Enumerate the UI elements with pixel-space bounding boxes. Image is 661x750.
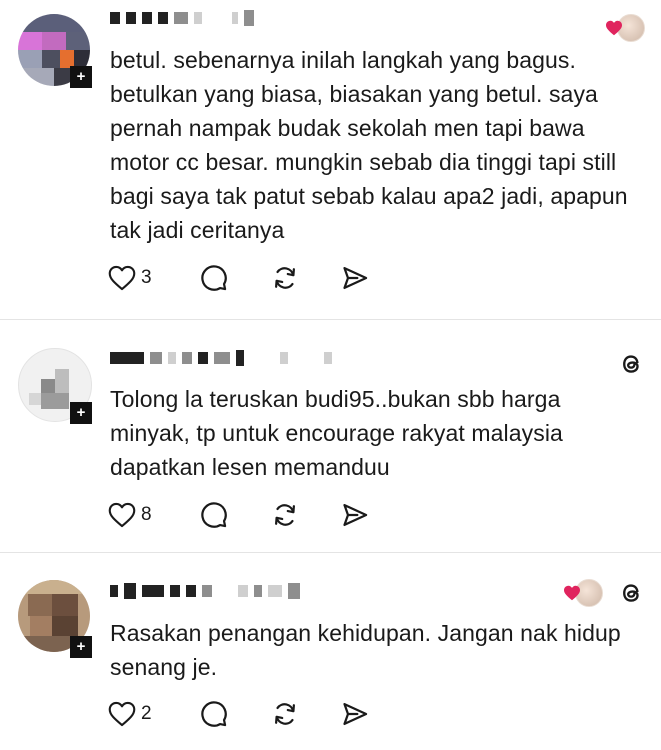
username-redacted[interactable] xyxy=(110,9,254,27)
share-button[interactable] xyxy=(340,501,370,529)
reply-text: Tolong la teruskan budi95..bukan sbb har… xyxy=(110,386,563,480)
repost-button[interactable] xyxy=(270,264,340,292)
like-button[interactable]: 2 xyxy=(108,701,200,727)
reply-text: Rasakan penangan kehidupan. Jangan nak h… xyxy=(110,620,621,680)
send-icon xyxy=(343,266,368,290)
heart-filled-icon xyxy=(606,20,622,36)
username-redacted[interactable] xyxy=(110,582,300,600)
repost-arrows-icon xyxy=(275,703,295,725)
reply-post: + Rasakan penangan kehidupan. Jangan nak… xyxy=(0,553,661,750)
reply-text: betul. sebenarnya inilah langkah yang ba… xyxy=(110,47,628,243)
like-count: 2 xyxy=(141,703,152,724)
follow-badge[interactable]: + xyxy=(70,402,92,424)
reply-button[interactable] xyxy=(200,264,270,292)
action-bar: 2 xyxy=(108,700,370,728)
username-redacted[interactable] xyxy=(110,349,332,367)
send-icon xyxy=(343,702,368,726)
action-bar: 3 xyxy=(108,264,370,292)
like-count: 3 xyxy=(141,267,152,288)
heart-filled-icon xyxy=(564,585,580,601)
liked-by-author-indicator xyxy=(605,14,645,42)
follow-badge[interactable]: + xyxy=(70,66,92,88)
reply-button[interactable] xyxy=(200,501,270,529)
repost-button[interactable] xyxy=(270,700,340,728)
comment-bubble-icon xyxy=(201,502,227,528)
post-top-icons xyxy=(605,14,645,42)
post-top-icons xyxy=(617,350,645,378)
like-button[interactable]: 3 xyxy=(108,265,200,291)
repost-arrows-icon xyxy=(275,504,295,526)
reply-post: + betul. sebenarnya inilah langkah yang … xyxy=(0,0,661,320)
repost-arrows-icon xyxy=(275,267,295,289)
repost-button[interactable] xyxy=(270,501,340,529)
reply-post: + Tolong la teruskan budi95..bukan sbb h… xyxy=(0,320,661,552)
comment-bubble-icon xyxy=(201,265,227,291)
share-button[interactable] xyxy=(340,264,370,292)
like-count: 8 xyxy=(141,504,152,525)
action-bar: 8 xyxy=(108,501,370,529)
heart-outline-icon xyxy=(108,701,136,727)
threads-logo-icon[interactable] xyxy=(617,579,645,607)
comment-bubble-icon xyxy=(201,701,227,727)
send-icon xyxy=(343,503,368,527)
threads-logo-icon[interactable] xyxy=(617,350,645,378)
share-button[interactable] xyxy=(340,700,370,728)
like-button[interactable]: 8 xyxy=(108,502,200,528)
liked-by-author-indicator xyxy=(563,579,603,607)
heart-outline-icon xyxy=(108,265,136,291)
reply-button[interactable] xyxy=(200,700,270,728)
heart-outline-icon xyxy=(108,502,136,528)
post-top-icons xyxy=(563,579,645,607)
replies-feed: + betul. sebenarnya inilah langkah yang … xyxy=(0,0,661,750)
follow-badge[interactable]: + xyxy=(70,636,92,658)
